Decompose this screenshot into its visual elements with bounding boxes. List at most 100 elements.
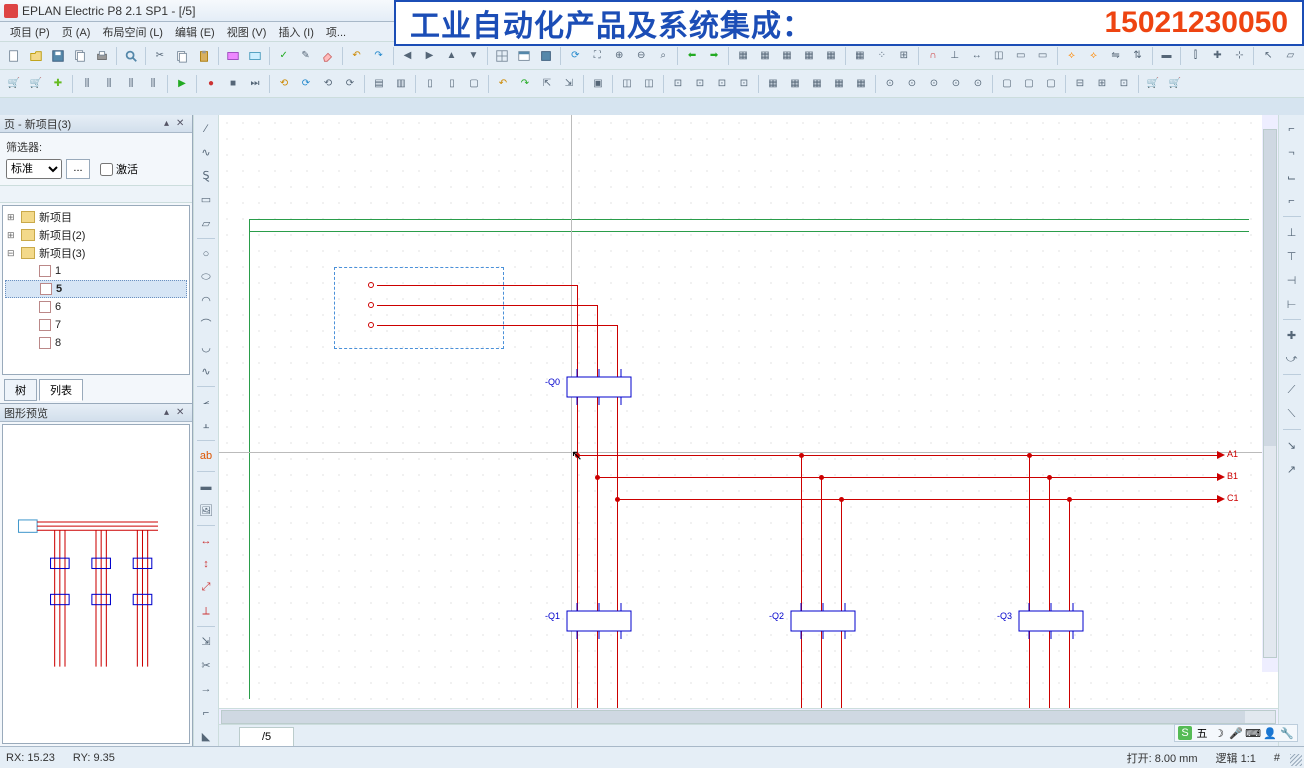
corner-br-icon[interactable]: ⌐ bbox=[1282, 191, 1302, 211]
menu-edit[interactable]: 编辑 (E) bbox=[169, 24, 221, 40]
stretch-icon[interactable]: ⇲ bbox=[196, 632, 216, 652]
tree-page-8[interactable]: 8 bbox=[5, 334, 187, 352]
text-tool-icon[interactable]: ab bbox=[196, 446, 216, 466]
sync3-icon[interactable]: ⟲ bbox=[318, 74, 338, 94]
ime-bar[interactable]: S 五 ☽ 🎤 ⌨ 👤 🔧 bbox=[1174, 724, 1298, 742]
doc1-icon[interactable]: ▯ bbox=[420, 74, 440, 94]
corner-bl-icon[interactable]: ⌙ bbox=[1282, 167, 1302, 187]
hscrollbar[interactable] bbox=[219, 708, 1278, 724]
polygon-icon[interactable]: ▱ bbox=[196, 213, 216, 233]
tree-root-2[interactable]: ⊟新项目(3) bbox=[5, 244, 187, 262]
sync2-icon[interactable]: ⟳ bbox=[296, 74, 316, 94]
cart-icon[interactable]: 🛒 bbox=[4, 74, 24, 94]
line-tool-icon[interactable]: ∕ bbox=[196, 119, 216, 139]
jump-icon[interactable]: ⤻ bbox=[1282, 349, 1302, 369]
preview-close-icon[interactable]: ✕ bbox=[176, 407, 188, 418]
component-q1[interactable] bbox=[565, 603, 637, 642]
arc1-icon[interactable]: ◠ bbox=[196, 291, 216, 311]
erase-icon[interactable] bbox=[318, 46, 338, 66]
cart4-icon[interactable]: 🛒 bbox=[1165, 74, 1185, 94]
ime-s-icon[interactable]: S bbox=[1178, 726, 1192, 740]
record-icon[interactable]: ● bbox=[201, 74, 221, 94]
tree-page-7[interactable]: 7 bbox=[5, 316, 187, 334]
ortho-icon[interactable]: ⊥ bbox=[945, 46, 965, 66]
conn1-icon[interactable]: ⫿ bbox=[1185, 46, 1205, 66]
tree-root-0[interactable]: ⊞新项目 bbox=[5, 208, 187, 226]
tree-page-1[interactable]: 1 bbox=[5, 262, 187, 280]
panel-close-icon[interactable]: ✕ bbox=[176, 118, 188, 129]
page-tree[interactable]: ⊞新项目 ⊞新项目(2) ⊟新项目(3) 1 5 6 7 8 bbox=[2, 205, 190, 375]
resize-grip[interactable] bbox=[1290, 754, 1302, 766]
mirror-h-icon[interactable]: ⇋ bbox=[1106, 46, 1126, 66]
rel4-icon[interactable]: ▦ bbox=[829, 74, 849, 94]
fillet-icon[interactable]: ⌐ bbox=[196, 703, 216, 723]
wire2-icon[interactable]: ⫠ bbox=[196, 416, 216, 436]
folder2-icon[interactable]: ▢ bbox=[464, 74, 484, 94]
ladder2-icon[interactable]: ⫼ bbox=[99, 74, 119, 94]
ladder4-icon[interactable]: ⫼ bbox=[143, 74, 163, 94]
arc2-icon[interactable]: ⌒ bbox=[196, 314, 216, 334]
pot1-icon[interactable]: ⊙ bbox=[880, 74, 900, 94]
component-q2[interactable] bbox=[789, 603, 861, 642]
cart3-icon[interactable]: 🛒 bbox=[1143, 74, 1163, 94]
redo2-icon[interactable]: ↷ bbox=[515, 74, 535, 94]
doc-tab-5[interactable]: /5 bbox=[239, 727, 294, 746]
rel5-icon[interactable]: ▦ bbox=[851, 74, 871, 94]
layer2-icon[interactable]: ▥ bbox=[391, 74, 411, 94]
pot3-icon[interactable]: ⊙ bbox=[924, 74, 944, 94]
break2-icon[interactable]: ⟍ bbox=[1282, 404, 1302, 424]
pin-icon[interactable]: ▴ bbox=[164, 118, 176, 129]
menu-layout[interactable]: 布局空间 (L) bbox=[96, 24, 169, 40]
mirror-v-icon[interactable]: ⇅ bbox=[1128, 46, 1148, 66]
ime-user-icon[interactable]: 👤 bbox=[1263, 726, 1277, 740]
tree-page-6[interactable]: 6 bbox=[5, 298, 187, 316]
box2-icon[interactable]: ▢ bbox=[1041, 74, 1061, 94]
undo2-icon[interactable]: ↶ bbox=[493, 74, 513, 94]
box1-icon[interactable]: ▢ bbox=[1019, 74, 1039, 94]
layer1-icon[interactable]: ▤ bbox=[369, 74, 389, 94]
dim-h-icon[interactable]: ↔ bbox=[196, 531, 216, 551]
activate-checkbox[interactable]: 激活 bbox=[100, 161, 138, 177]
rel3-icon[interactable]: ▦ bbox=[807, 74, 827, 94]
circle-tool-icon[interactable]: ○ bbox=[196, 244, 216, 264]
dim-v-icon[interactable]: ↕ bbox=[196, 554, 216, 574]
corner-tr-icon[interactable]: ¬ bbox=[1282, 143, 1302, 163]
rel2-icon[interactable]: ▦ bbox=[785, 74, 805, 94]
zoom-in-icon[interactable]: ⊕ bbox=[609, 46, 629, 66]
select2-icon[interactable]: ▱ bbox=[1280, 46, 1300, 66]
coords-icon[interactable]: ◫ bbox=[989, 46, 1009, 66]
menu-page[interactable]: 页 (A) bbox=[56, 24, 97, 40]
break1-icon[interactable]: ⟋ bbox=[1282, 380, 1302, 400]
export-icon[interactable]: ⇱ bbox=[537, 74, 557, 94]
comp-a-icon[interactable]: ◫ bbox=[617, 74, 637, 94]
sync4-icon[interactable]: ⟳ bbox=[340, 74, 360, 94]
ellipse-tool-icon[interactable]: ⬭ bbox=[196, 267, 216, 287]
puzzle-icon[interactable]: ✚ bbox=[48, 74, 68, 94]
tab-list[interactable]: 列表 bbox=[39, 379, 83, 401]
color-icon[interactable]: ▬ bbox=[196, 477, 216, 497]
gridC-icon[interactable]: ▦ bbox=[777, 46, 797, 66]
symB-icon[interactable]: ⊞ bbox=[1092, 74, 1112, 94]
undo-icon[interactable]: ↶ bbox=[347, 46, 367, 66]
image-icon[interactable]: 🖼 bbox=[196, 500, 216, 520]
conn3-icon[interactable]: ⊹ bbox=[1229, 46, 1249, 66]
ruler-icon[interactable]: ▭ bbox=[1011, 46, 1031, 66]
refresh-icon[interactable]: ⟳ bbox=[565, 46, 585, 66]
corner-tl-icon[interactable]: ⌐ bbox=[1282, 119, 1302, 139]
copy2-icon[interactable] bbox=[172, 46, 192, 66]
pot5-icon[interactable]: ⊙ bbox=[968, 74, 988, 94]
del-icon[interactable]: ▢ bbox=[997, 74, 1017, 94]
chamfer-icon[interactable]: ◣ bbox=[196, 726, 216, 746]
new-icon[interactable] bbox=[4, 46, 24, 66]
tree-root-1[interactable]: ⊞新项目(2) bbox=[5, 226, 187, 244]
tjoint-u-icon[interactable]: ⊤ bbox=[1282, 246, 1302, 266]
part1-icon[interactable]: ▬ bbox=[1157, 46, 1177, 66]
sync1-icon[interactable]: ⟲ bbox=[274, 74, 294, 94]
polyline-tool-icon[interactable]: ∿ bbox=[196, 143, 216, 163]
term4-icon[interactable]: ⊡ bbox=[734, 74, 754, 94]
macro2-icon[interactable] bbox=[245, 46, 265, 66]
dim-a-icon[interactable]: ⤢ bbox=[196, 578, 216, 598]
menu-more[interactable]: 项... bbox=[320, 24, 352, 40]
ime-wu[interactable]: 五 bbox=[1195, 726, 1209, 740]
component-q0[interactable] bbox=[565, 369, 637, 408]
